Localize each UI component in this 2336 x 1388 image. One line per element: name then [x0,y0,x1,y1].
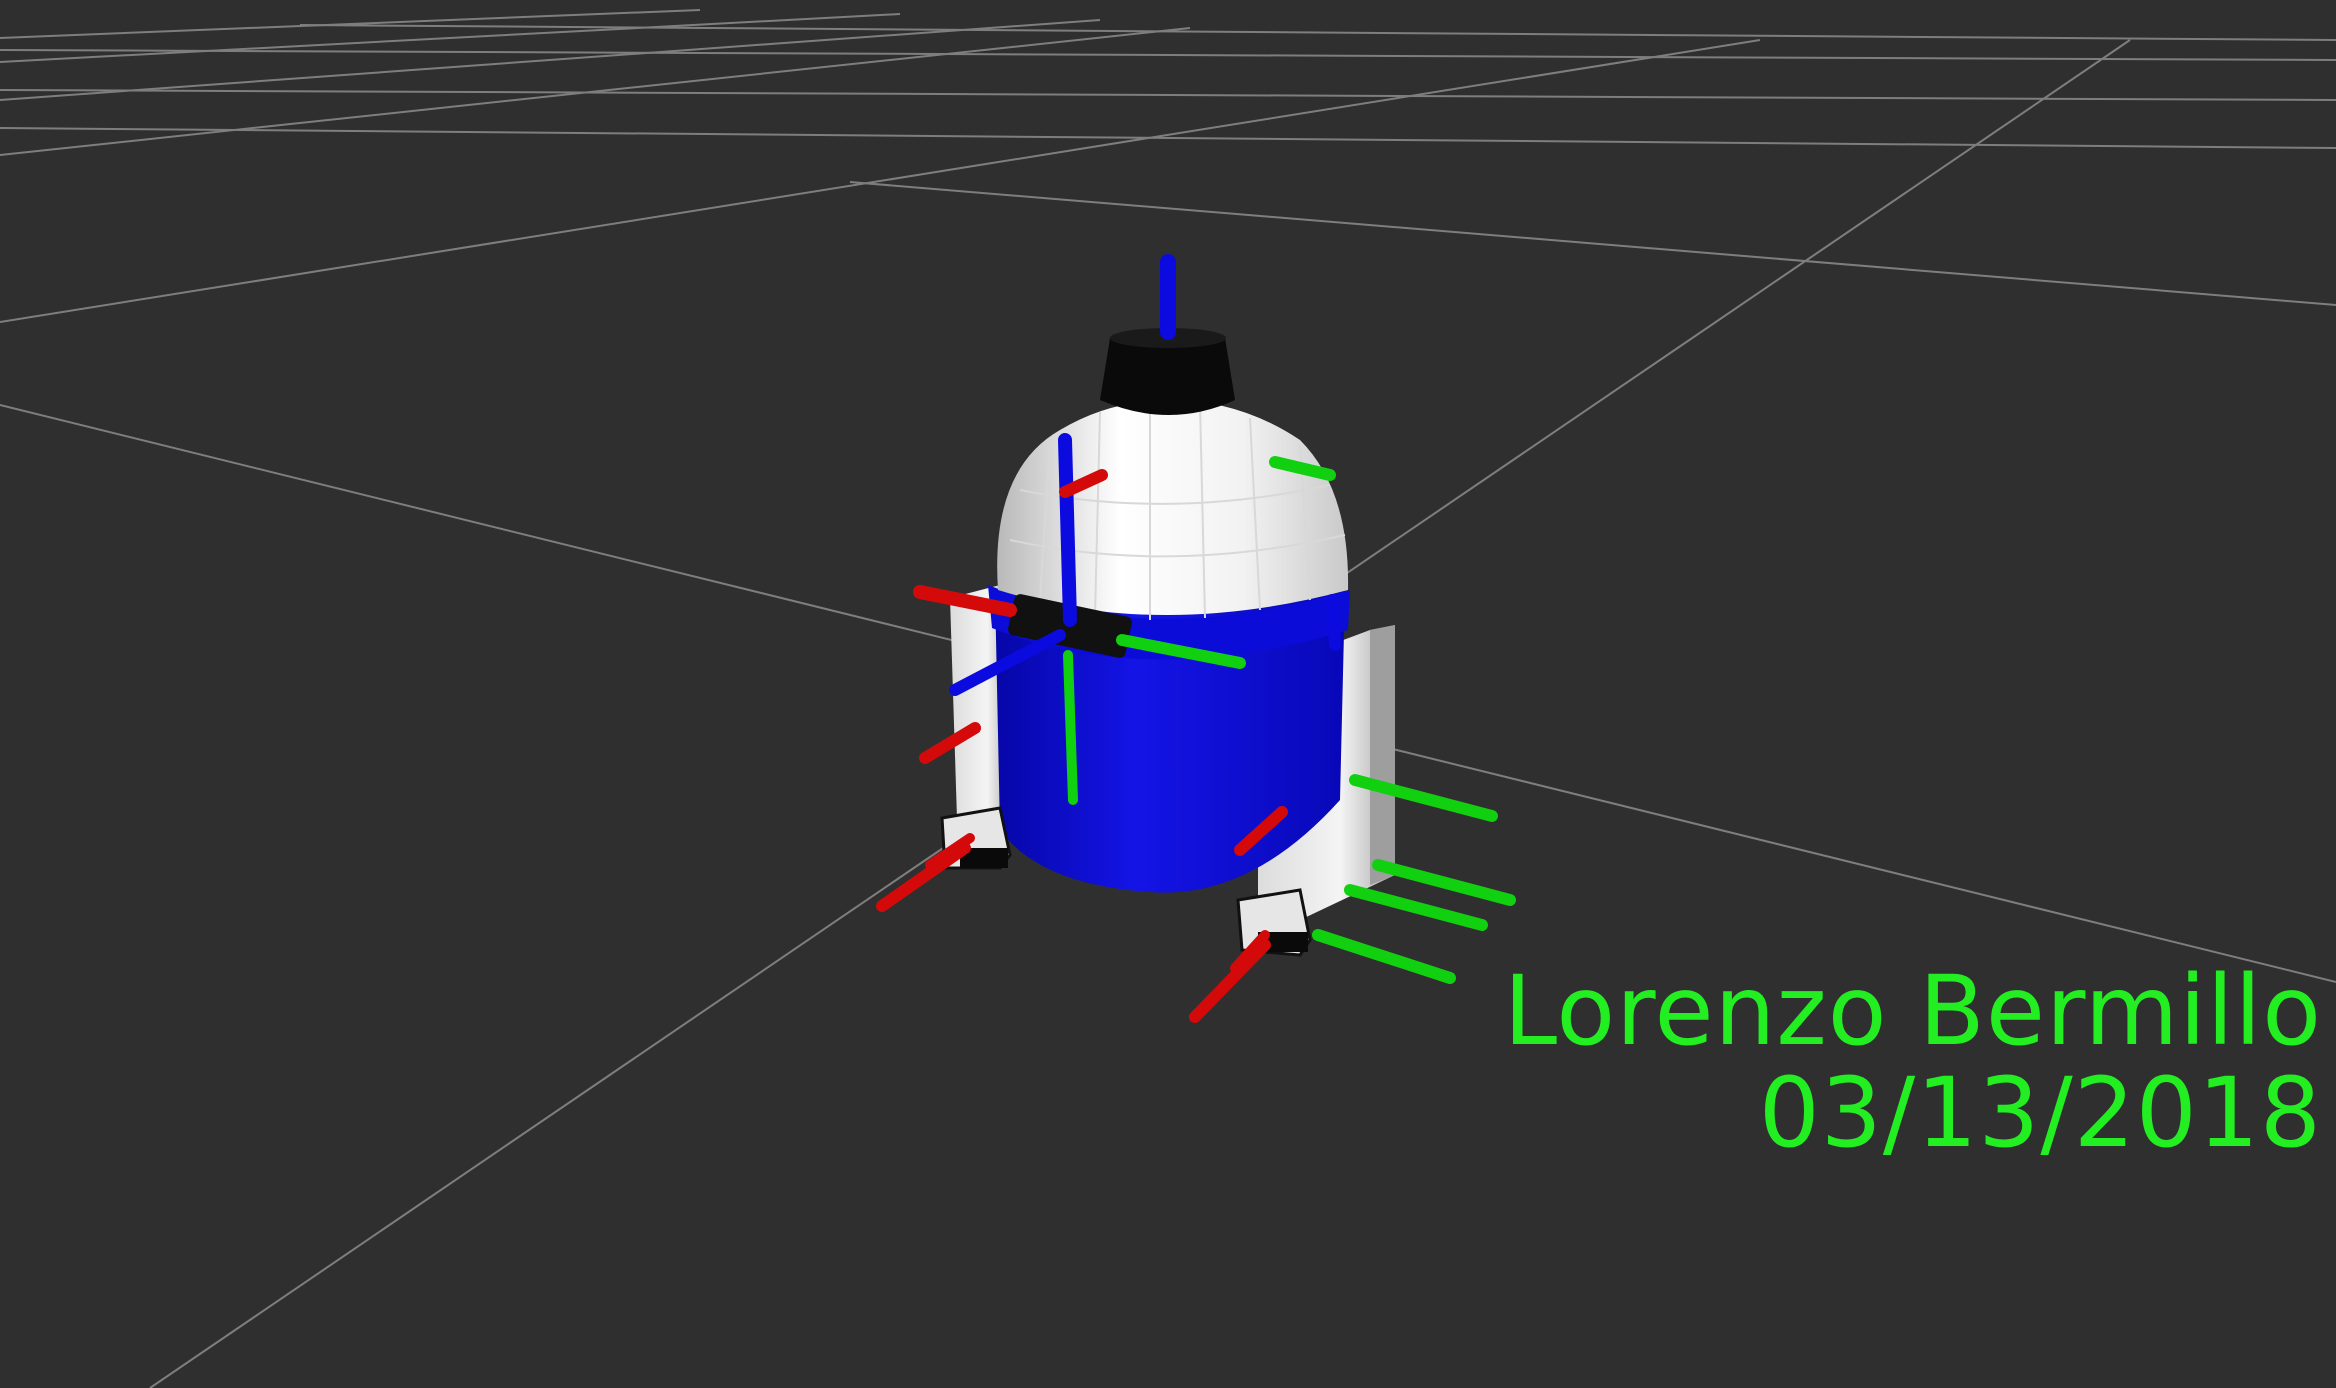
grid-line [0,39,1761,323]
grid-line [849,181,2336,306]
x-axis-right-foot [1189,939,1271,1023]
scene-canvas[interactable] [0,0,2336,1388]
grid-line [299,24,2336,41]
grid-line [0,9,701,39]
3d-viewport[interactable]: Lorenzo Bermillo 03/13/2018 [0,0,2336,1388]
x-axis-left-foot [876,842,971,912]
y-axis-right-4 [1312,929,1456,984]
author-name: Lorenzo Bermillo [1503,955,2322,1067]
dome-cap [1100,338,1235,415]
overlay-caption: Lorenzo Bermillo 03/13/2018 [1504,960,2322,1164]
y-axis-right-2 [1372,859,1516,906]
date-label: 03/13/2018 [1758,1057,2322,1169]
robot-dome [997,400,1349,615]
z-axis-joint [1058,433,1077,627]
grid-line [0,89,2336,101]
robot-model[interactable] [876,254,1516,1023]
grid-line [0,49,2336,61]
right-leg-side [1370,625,1395,885]
y-axis-right-3 [1344,884,1488,931]
z-axis-right [1326,594,1341,651]
y-axis-vertical [1063,650,1078,805]
grid-line [0,13,901,63]
